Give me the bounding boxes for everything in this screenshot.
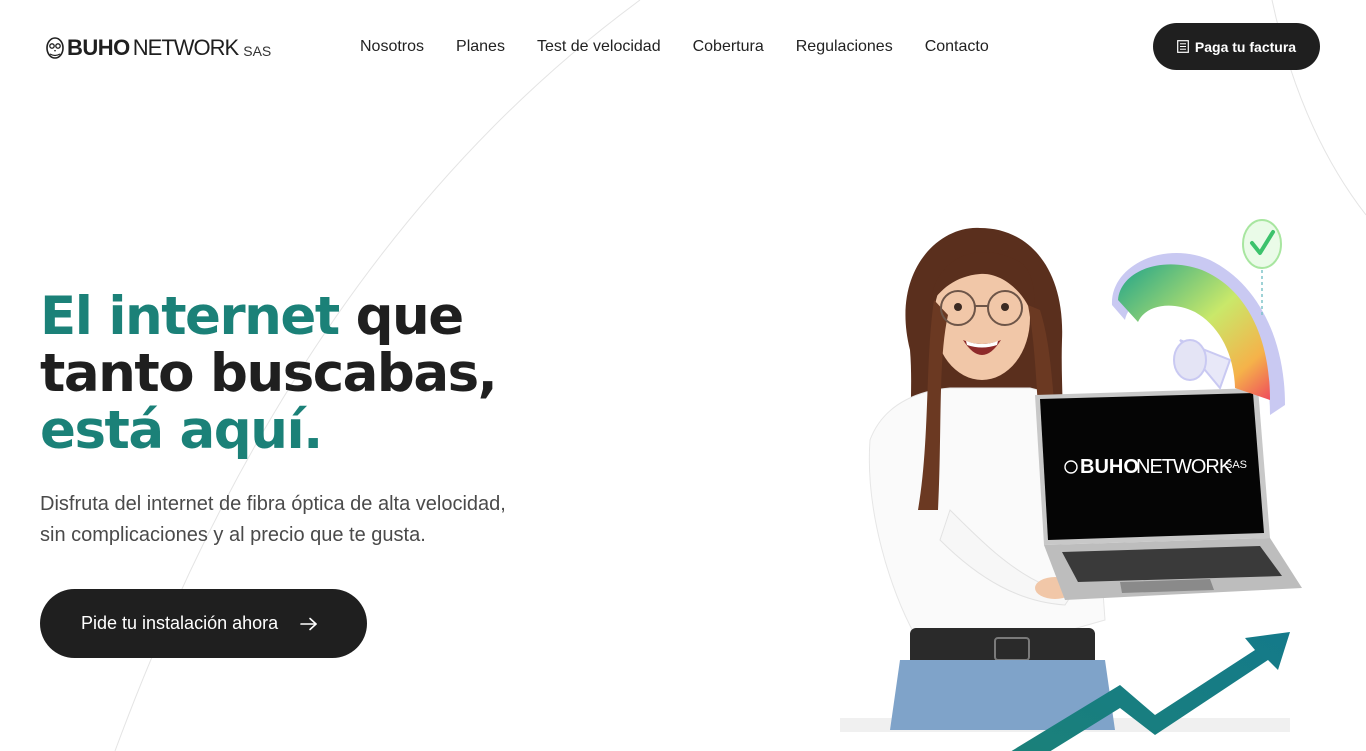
- owl-logo-icon: [46, 37, 64, 59]
- request-installation-button[interactable]: Pide tu instalación ahora: [40, 589, 367, 658]
- main-nav: Nosotros Planes Test de velocidad Cobert…: [344, 37, 1005, 57]
- hero-subtitle-line-1: Disfruta del internet de fibra óptica de…: [40, 493, 506, 515]
- brand-logo[interactable]: BUHO NETWORK SAS: [46, 34, 271, 62]
- nav-item-regulaciones[interactable]: Regulaciones: [780, 37, 909, 57]
- svg-text:NETWORK: NETWORK: [1136, 456, 1233, 478]
- invoice-icon: [1177, 40, 1189, 53]
- headline-accent-2: está aquí.: [40, 400, 323, 461]
- nav-item-cobertura[interactable]: Cobertura: [677, 37, 780, 57]
- hero-subtitle-line-2: sin complicaciones y al precio que te gu…: [40, 524, 426, 546]
- laptop-screen-logo: BUHO: [1080, 456, 1139, 478]
- site-header: BUHO NETWORK SAS Nosotros Planes Test de…: [0, 0, 1366, 95]
- pay-invoice-label: Paga tu factura: [1194, 38, 1297, 55]
- brand-suffix: SAS: [243, 42, 272, 59]
- headline-accent-1: El internet: [40, 286, 340, 347]
- nav-item-planes[interactable]: Planes: [440, 37, 521, 57]
- svg-text:SAS: SAS: [1225, 459, 1247, 471]
- brand-name-light: NETWORK: [132, 35, 239, 60]
- nav-item-contacto[interactable]: Contacto: [909, 37, 1005, 57]
- nav-item-nosotros[interactable]: Nosotros: [344, 37, 440, 57]
- hero-subtitle: Disfruta del internet de fibra óptica de…: [40, 489, 580, 551]
- hero-illustration: BUHO NETWORK SAS: [840, 219, 1302, 751]
- nav-item-test-velocidad[interactable]: Test de velocidad: [521, 37, 677, 57]
- request-installation-label: Pide tu instalación ahora: [81, 613, 279, 633]
- arrow-right-icon: [300, 617, 317, 630]
- pay-invoice-button[interactable]: Paga tu factura: [1153, 23, 1320, 70]
- brand-name-bold: BUHO: [67, 35, 130, 60]
- hero-headline: El internet que tanto buscabas, está aqu…: [40, 288, 600, 459]
- laptop: [1035, 388, 1302, 600]
